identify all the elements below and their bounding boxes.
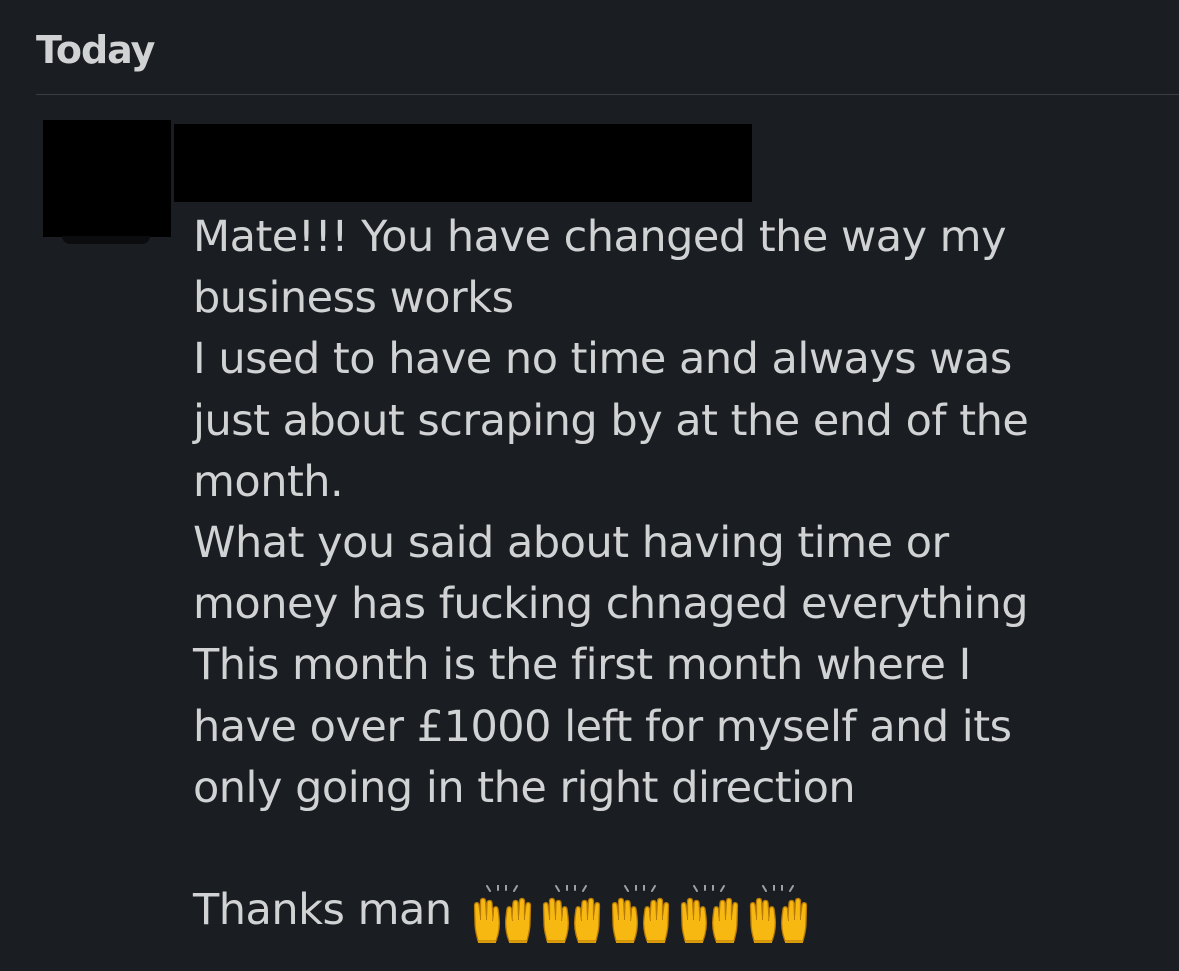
message-line: business works [193,273,514,324]
message-line: only going in the right direction [193,762,856,813]
message-line: Mate!!! You have changed the way my [193,212,1007,262]
message-line: I used to have no time and always was [193,334,1012,385]
avatar[interactable] [43,120,171,237]
raising-hands-icon [611,884,669,943]
emoji-group [468,884,813,945]
day-divider-line [36,94,1179,95]
message-line: just about scraping by at the end of the [193,395,1029,446]
message-line: This month is the first month where I [193,640,971,691]
message-body: Mate!!! You have changed the way my busi… [193,207,1153,943]
message-closing-text: Thanks man [193,885,452,936]
avatar-shadow [62,236,150,244]
message-line: have over £1000 left for myself and its [193,701,1012,752]
day-divider-label: Today [36,28,155,72]
sender-name-redacted[interactable] [174,124,752,202]
message-closing-line: Thanks man [193,880,1153,943]
raising-hands-icon [749,884,807,943]
message-line: money has fucking chnaged everything [193,579,1029,630]
raising-hands-icon [473,884,531,943]
raising-hands-icon [542,884,600,943]
message-line: What you said about having time or [193,518,949,569]
message-line: month. [193,456,344,507]
raising-hands-icon [680,884,738,943]
